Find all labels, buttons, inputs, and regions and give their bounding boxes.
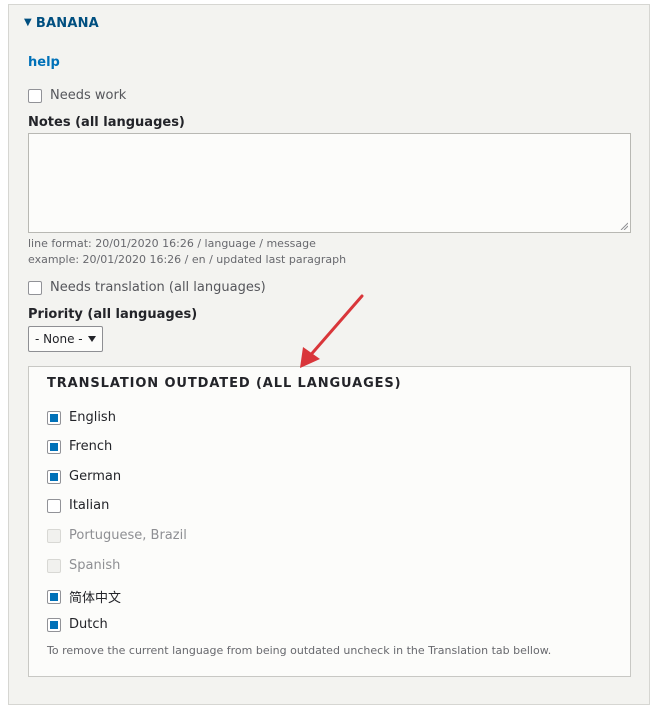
language-item-italian: Italian bbox=[47, 498, 109, 513]
needs-work-label: Needs work bbox=[50, 88, 127, 103]
language-label-german: German bbox=[69, 469, 122, 484]
language-checkbox-english[interactable] bbox=[47, 410, 61, 425]
translation-outdated-fieldset bbox=[28, 366, 631, 677]
priority-select[interactable]: - None - bbox=[28, 326, 103, 352]
language-item-french: French bbox=[47, 439, 112, 454]
needs-translation-checkbox[interactable] bbox=[28, 280, 42, 295]
language-label-portuguese-brazil: Portuguese, Brazil bbox=[69, 528, 187, 543]
needs-work-item: Needs work bbox=[28, 88, 126, 103]
panel-bottom-border bbox=[8, 704, 650, 705]
notes-description-line1: line format: 20/01/2020 16:26 / language… bbox=[28, 237, 316, 250]
details-summary-label: BANANA bbox=[35, 16, 99, 31]
notes-textarea[interactable] bbox=[28, 133, 631, 233]
chevron-down-icon bbox=[88, 336, 96, 342]
language-checkbox-german[interactable] bbox=[47, 469, 61, 484]
needs-work-checkbox[interactable] bbox=[28, 88, 42, 103]
language-label-chinese-simplified: 简体中文 bbox=[69, 591, 122, 606]
page: ▼ BANANA help Needs work Notes (all lang… bbox=[0, 0, 657, 711]
language-item-english: English bbox=[47, 410, 116, 425]
notes-description-line2: example: 20/01/2020 16:26 / en / updated… bbox=[28, 253, 347, 266]
language-checkbox-spanish bbox=[47, 558, 61, 573]
priority-label: Priority (all languages) bbox=[28, 307, 198, 322]
language-item-portuguese-brazil: Portuguese, Brazil bbox=[47, 528, 187, 543]
notes-label: Notes (all languages) bbox=[28, 115, 185, 130]
needs-translation-item: Needs translation (all languages) bbox=[28, 280, 266, 295]
translation-outdated-description: To remove the current language from bein… bbox=[47, 644, 552, 657]
needs-translation-label: Needs translation (all languages) bbox=[50, 280, 266, 295]
language-label-english: English bbox=[69, 410, 116, 425]
language-item-dutch: Dutch bbox=[47, 617, 108, 632]
language-checkbox-dutch[interactable] bbox=[47, 617, 61, 632]
language-item-chinese-simplified: 简体中文 bbox=[47, 587, 121, 606]
language-checkbox-italian[interactable] bbox=[47, 498, 61, 513]
language-label-spanish: Spanish bbox=[69, 558, 121, 573]
language-label-dutch: Dutch bbox=[69, 617, 108, 632]
priority-selected-value: - None - bbox=[35, 332, 83, 346]
triangle-down-icon: ▼ bbox=[24, 17, 32, 28]
language-item-german: German bbox=[47, 469, 121, 484]
resize-grip-icon[interactable] bbox=[620, 222, 628, 230]
language-checkbox-chinese-simplified[interactable] bbox=[47, 589, 61, 604]
language-label-french: French bbox=[69, 439, 113, 454]
language-item-spanish: Spanish bbox=[47, 558, 120, 573]
language-label-italian: Italian bbox=[69, 498, 110, 513]
language-checkbox-french[interactable] bbox=[47, 439, 61, 454]
translation-outdated-legend: TRANSLATION OUTDATED (ALL LANGUAGES) bbox=[47, 376, 402, 391]
details-summary[interactable]: ▼ BANANA bbox=[24, 16, 99, 31]
language-checkbox-portuguese-brazil bbox=[47, 528, 61, 543]
help-link[interactable]: help bbox=[28, 55, 60, 70]
